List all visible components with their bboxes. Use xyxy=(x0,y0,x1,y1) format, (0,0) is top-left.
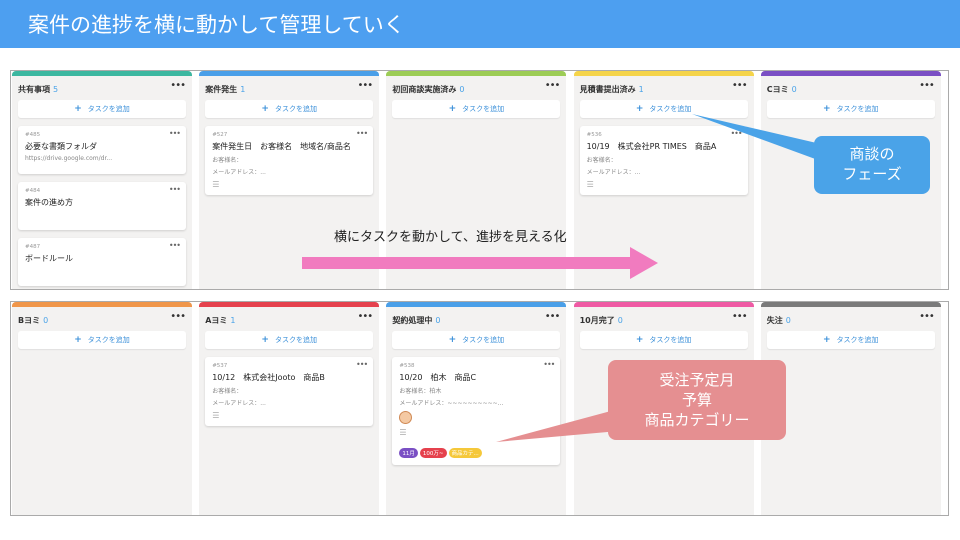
info-callout-line: 商品カテゴリー xyxy=(644,411,750,429)
info-callout-line: 予算 xyxy=(681,391,712,409)
phase-callout: 商談の フェーズ xyxy=(814,136,930,194)
info-callout: 受注予定月 予算 商品カテゴリー xyxy=(608,360,786,440)
phase-callout-line: 商談の xyxy=(849,145,895,163)
progress-arrow xyxy=(302,247,658,279)
progress-caption: 横にタスクを動かして、進捗を見える化 xyxy=(334,230,567,245)
phase-callout-line: フェーズ xyxy=(842,165,902,183)
info-callout-line: 受注予定月 xyxy=(659,371,735,389)
annotation-shapes xyxy=(302,114,838,442)
